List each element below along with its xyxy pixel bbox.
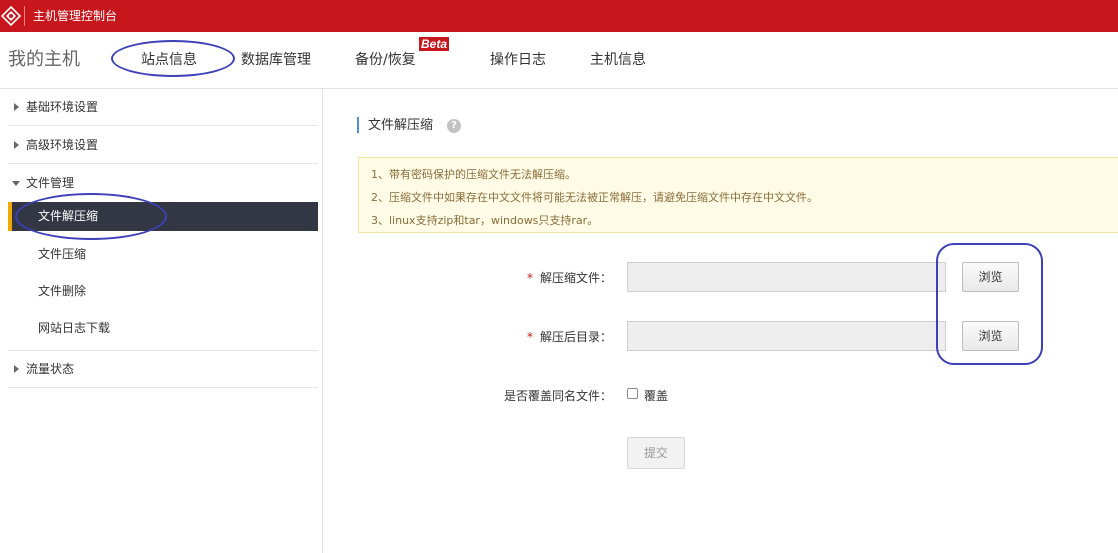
sidebar-section-traffic[interactable]: 流量状态 — [8, 351, 318, 387]
sidebar-item-file-extract[interactable]: 文件解压缩 — [8, 202, 318, 231]
tab-host-info[interactable]: 主机信息 — [590, 51, 646, 69]
sidebar-section-header[interactable]: 高级环境设置 — [8, 127, 318, 163]
caret-down-icon — [12, 181, 20, 186]
sidebar-divider — [8, 125, 318, 126]
archive-file-input[interactable] — [627, 262, 946, 292]
target-dir-input[interactable] — [627, 321, 946, 351]
caret-right-icon — [14, 103, 19, 111]
main-nav: 我的主机 站点信息 数据库管理 备份/恢复 Beta 操作日志 主机信息 — [0, 32, 1118, 89]
sidebar-item-label: 文件解压缩 — [38, 209, 99, 223]
submit-button[interactable]: 提交 — [627, 437, 685, 469]
sidebar-divider — [8, 387, 318, 388]
notice-line: 1、带有密码保护的压缩文件无法解压缩。 — [371, 168, 576, 181]
title-accent-bar — [357, 117, 359, 133]
beta-badge: Beta — [419, 37, 450, 51]
notice-box: 1、带有密码保护的压缩文件无法解压缩。 2、压缩文件中如果存在中文文件将可能无法… — [358, 157, 1118, 233]
tab-database[interactable]: 数据库管理 — [241, 51, 311, 69]
target-dir-label: 解压后目录： — [540, 330, 613, 344]
required-mark: * — [527, 271, 533, 285]
sidebar-section-label: 文件管理 — [26, 176, 75, 190]
sidebar-section-header[interactable]: 基础环境设置 — [8, 89, 318, 125]
archive-file-label: 解压缩文件： — [540, 271, 613, 285]
sidebar-section-advanced-env[interactable]: 高级环境设置 — [8, 127, 318, 163]
app-title: 主机管理控制台 — [33, 9, 118, 23]
sidebar-section-label: 高级环境设置 — [26, 138, 99, 152]
header-divider — [24, 6, 25, 26]
browse-archive-button[interactable]: 浏览 — [962, 262, 1019, 292]
notice-line: 2、压缩文件中如果存在中文文件将可能无法被正常解压，请避免压缩文件中存在中文文件… — [371, 191, 818, 204]
caret-right-icon — [14, 141, 19, 149]
sidebar-section-label: 基础环境设置 — [26, 100, 99, 114]
sidebar-section-basic-env[interactable]: 基础环境设置 — [8, 89, 318, 125]
sidebar-section-header[interactable]: 文件管理 — [8, 165, 318, 201]
tab-site-info[interactable]: 站点信息 — [141, 51, 197, 69]
sidebar-item-file-compress[interactable]: 文件压缩 — [38, 247, 86, 261]
caret-right-icon — [14, 365, 19, 373]
required-mark: * — [527, 330, 533, 344]
notice-line: 3、linux支持zip和tar，windows只支持rar。 — [371, 214, 599, 227]
sidebar-section-header[interactable]: 流量状态 — [8, 351, 318, 387]
logo-icon — [0, 5, 22, 27]
sidebar-divider — [8, 163, 318, 164]
sidebar-section-label: 流量状态 — [26, 362, 75, 376]
overwrite-label: 是否覆盖同名文件： — [504, 389, 613, 403]
tab-backup-restore[interactable]: 备份/恢复 — [355, 51, 416, 69]
sidebar-item-log-download[interactable]: 网站日志下载 — [38, 321, 110, 335]
overwrite-option-label[interactable]: 覆盖 — [644, 389, 668, 403]
sidebar-section-file-management[interactable]: 文件管理 — [8, 165, 318, 201]
page-title: 文件解压缩 — [368, 118, 434, 133]
help-icon[interactable]: ? — [447, 119, 461, 133]
brand-my-host[interactable]: 我的主机 — [8, 49, 80, 71]
top-header-bar: 主机管理控制台 — [0, 0, 1118, 32]
tab-operation-log[interactable]: 操作日志 — [490, 51, 546, 69]
active-indicator — [8, 202, 12, 231]
browse-target-button[interactable]: 浏览 — [962, 321, 1019, 351]
overwrite-checkbox[interactable] — [627, 388, 638, 399]
sidebar-item-file-delete[interactable]: 文件删除 — [38, 284, 86, 298]
